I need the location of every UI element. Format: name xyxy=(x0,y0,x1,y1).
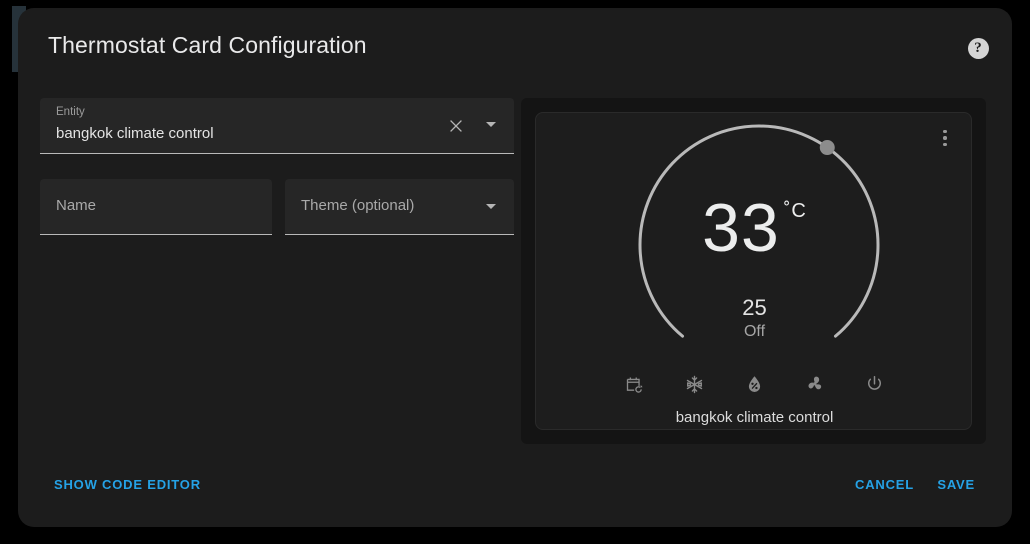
entity-field-value: bangkok climate control xyxy=(56,125,214,142)
thermostat-card-preview[interactable]: 33 ˚C 25 Off bangkok climate control xyxy=(535,112,972,430)
water-percent-icon[interactable] xyxy=(740,369,770,399)
calendar-sync-icon[interactable] xyxy=(620,369,650,399)
dialog-body: Entity bangkok climate control Name Them… xyxy=(18,82,1012,457)
chevron-down-icon[interactable] xyxy=(486,122,496,127)
cancel-button[interactable]: CANCEL xyxy=(855,477,914,492)
save-button[interactable]: SAVE xyxy=(937,477,975,492)
entity-field-label: Entity xyxy=(56,106,85,118)
entity-field[interactable]: Entity bangkok climate control xyxy=(40,98,514,154)
hvac-mode-row xyxy=(536,369,973,399)
snowflake-icon[interactable] xyxy=(680,369,710,399)
config-form: Entity bangkok climate control Name Them… xyxy=(40,98,514,235)
chevron-down-icon[interactable] xyxy=(486,204,496,209)
power-icon[interactable] xyxy=(860,369,890,399)
show-code-editor-button[interactable]: SHOW CODE EDITOR xyxy=(54,477,201,492)
theme-field-placeholder: Theme (optional) xyxy=(301,197,415,214)
help-button[interactable]: ? xyxy=(960,30,996,66)
thermostat-card-configuration-dialog: Thermostat Card Configuration ? Entity b… xyxy=(18,8,1012,527)
close-icon[interactable] xyxy=(446,116,466,136)
fan-icon[interactable] xyxy=(800,369,830,399)
page-title: Thermostat Card Configuration xyxy=(48,32,367,58)
card-entity-name: bangkok climate control xyxy=(675,409,834,426)
card-preview-panel: 33 ˚C 25 Off bangkok climate control xyxy=(521,98,986,444)
name-field-placeholder: Name xyxy=(56,197,97,214)
thermostat-dial[interactable]: 33 ˚C 25 Off xyxy=(536,120,973,370)
theme-field[interactable]: Theme (optional) xyxy=(285,179,514,235)
name-field[interactable]: Name xyxy=(40,179,272,235)
form-row-name-theme: Name Theme (optional) xyxy=(40,179,514,235)
help-circle-icon: ? xyxy=(967,37,989,59)
dialog-header: Thermostat Card Configuration ? xyxy=(18,8,1012,82)
thermostat-dial-arc[interactable] xyxy=(634,120,884,370)
dialog-footer: SHOW CODE EDITOR CANCEL SAVE xyxy=(18,457,1012,527)
